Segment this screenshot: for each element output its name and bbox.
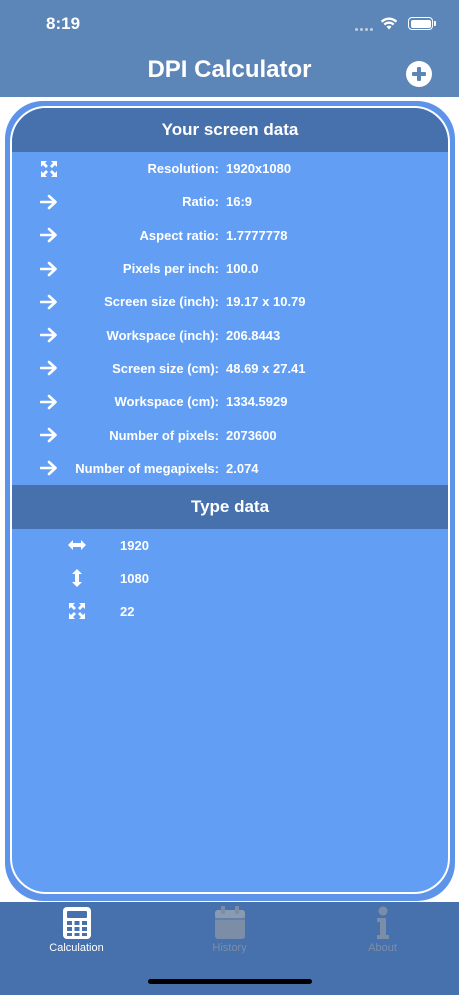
expand-icon — [39, 159, 59, 179]
type-value: 1920 — [120, 537, 149, 553]
battery-icon — [408, 17, 436, 30]
tab-label: History — [212, 942, 247, 954]
tab-label: About — [368, 942, 397, 954]
calculator-icon — [62, 907, 91, 939]
results-card: Your screen data Resolution: 1920x1080 Rat… — [10, 106, 450, 894]
row-value: 16:9 — [226, 194, 253, 210]
row-label: Pixels per inch: — [122, 261, 219, 277]
arrow-right-icon — [39, 425, 59, 445]
type-data-row: 1080 — [12, 562, 448, 595]
row-label: Workspace (inch): — [106, 327, 219, 343]
row-value: 19.17 x 10.79 — [226, 294, 306, 310]
screen-data-row: Number of megapixels: 2.074 — [12, 452, 448, 485]
screen-data-row: Workspace (cm): 1334.5929 — [12, 385, 448, 418]
row-value: 1.7777778 — [226, 227, 288, 243]
arrow-right-icon — [39, 325, 59, 345]
tab-history[interactable]: History — [153, 906, 306, 966]
arrow-right-icon — [39, 358, 59, 378]
status-time: 8:19 — [46, 14, 81, 33]
screen-data-row: Ratio: 16:9 — [12, 185, 448, 218]
arrow-right-icon — [39, 225, 59, 245]
screen-data-row: Screen size (cm): 48.69 x 27.41 — [12, 352, 448, 385]
signal-dots-icon — [355, 28, 373, 31]
tab-about[interactable]: About — [306, 906, 459, 966]
row-value: 2.074 — [226, 460, 259, 476]
row-value: 206.8443 — [226, 327, 281, 343]
row-value: 2073600 — [226, 427, 277, 443]
navigation-bar: 8:19 DPI Calculator — [0, 0, 459, 97]
row-label: Ratio: — [182, 194, 219, 210]
type-data-row: 22 — [12, 595, 448, 628]
row-value: 48.69 x 27.41 — [226, 360, 306, 376]
home-indicator — [148, 979, 312, 984]
type-value: 1080 — [120, 570, 149, 586]
screen-data-list: Resolution: 1920x1080 Ratio: 16:9 Aspect rat… — [12, 152, 448, 485]
arrow-right-icon — [39, 392, 59, 412]
screen-data-row: Workspace (inch): 206.8443 — [12, 318, 448, 351]
info-icon — [376, 906, 389, 939]
arrow-right-icon — [39, 292, 59, 312]
type-data-row: 1920 — [12, 529, 448, 562]
screen-data-header: Your screen data — [12, 108, 448, 152]
tab-label: Calculation — [49, 942, 104, 954]
row-label: Number of megapixels: — [75, 460, 219, 476]
type-data-header: Type data — [12, 484, 448, 529]
row-value: 1920x1080 — [226, 161, 292, 177]
screen-data-row: Aspect ratio: 1.7777778 — [12, 219, 448, 252]
screen-data-row: Number of pixels: 2073600 — [12, 418, 448, 451]
expand-icon — [67, 601, 87, 621]
screen-data-row: Resolution: 1920x1080 — [12, 152, 448, 185]
screen-data-row: Pixels per inch: 100.0 — [12, 252, 448, 285]
tab-calculation[interactable]: Calculation — [0, 906, 153, 966]
calendar-icon — [214, 906, 245, 939]
page-title: DPI Calculator — [147, 56, 312, 83]
row-value: 100.0 — [226, 261, 259, 277]
row-label: Resolution: — [147, 161, 220, 177]
row-value: 1334.5929 — [226, 394, 288, 410]
type-data-list: 1920 1080 22 — [12, 529, 448, 628]
add-button[interactable] — [406, 61, 432, 87]
row-label: Number of pixels: — [109, 427, 219, 443]
row-label: Aspect ratio: — [139, 227, 219, 243]
vertical-arrows-icon — [67, 568, 87, 588]
type-value: 22 — [120, 603, 135, 619]
row-label: Workspace (cm): — [114, 394, 219, 410]
screen-data-row: Screen size (inch): 19.17 x 10.79 — [12, 285, 448, 318]
row-label: Screen size (cm): — [112, 360, 219, 376]
arrow-right-icon — [39, 259, 59, 279]
row-label: Screen size (inch): — [104, 294, 219, 310]
arrow-right-icon — [39, 458, 59, 478]
wifi-icon — [380, 17, 398, 30]
horizontal-arrows-icon — [67, 535, 87, 555]
arrow-right-icon — [39, 192, 59, 212]
